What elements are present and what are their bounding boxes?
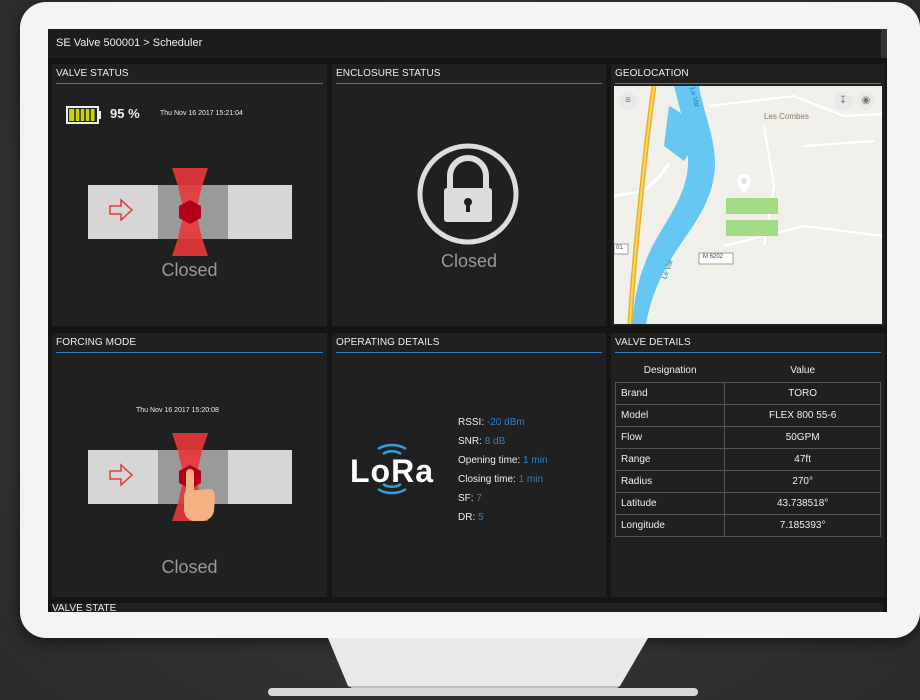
dr-value: 5 [478,512,484,523]
geolocation-panel: GEOLOCATION Les Combes Le Var Le Var M 6… [611,64,885,326]
road-label: M 6202 [703,254,724,260]
row-name: Flow [614,426,726,449]
arrow-right-icon [109,198,134,222]
dr-row: DR: 5 [458,508,548,527]
hamburger-menu-icon[interactable]: ≡ [619,92,637,110]
panel-title: OPERATING DETAILS [336,337,602,353]
arrow-right-icon [109,463,134,487]
map[interactable]: Les Combes Le Var Le Var M 6202 01 ≡ ↧ ◉ [614,86,882,324]
valve-details-panel: VALVE DETAILS Designation Value Brand TOR… [611,333,885,597]
closing-label: Closing time: [458,474,516,485]
row-value: TORO [724,382,881,405]
dr-label: DR: [458,512,476,523]
map-drawing [614,86,882,324]
road-label-2: 01 [616,245,623,251]
panel-title: FORCING MODE [56,337,323,353]
valve-state-panel-title: VALVE STATE [52,603,883,612]
enclosure-status-panel: ENCLOSURE STATUS Closed [332,64,606,326]
operating-values: RSSI: -20 dBm SNR: 8 dB Opening time: 1 … [458,413,548,527]
forcing-timestamp: Thu Nov 16 2017 15:20:08 [136,407,219,414]
closing-value: 1 min [518,474,544,485]
opening-value: 1 min [523,455,548,466]
download-icon[interactable]: ↧ [834,92,852,110]
rssi-value: -20 dBm [486,417,525,428]
padlock-icon [417,143,519,245]
top-bar: SE Valve 500001 > Scheduler [48,29,887,58]
panel-title: GEOLOCATION [615,68,881,84]
sf-label: SF: [458,493,474,504]
table-row: Latitude 43.738518° [614,492,881,515]
row-name: Longitude [614,514,726,537]
table-row: Brand TORO [614,382,881,405]
sf-row: SF: 7 [458,489,548,508]
table-row: Model FLEX 800 55-6 [614,404,881,427]
col-value: Value [724,359,881,383]
table-row: Longitude 7.185393° [614,514,881,537]
row-name: Range [614,448,726,471]
valve-status-panel: VALVE STATUS 95 % Thu Nov 16 2017 15:21:… [52,64,327,326]
app-screen: SE Valve 500001 > Scheduler VALVE STATUS… [48,29,887,612]
forcing-mode-panel: FORCING MODE Thu Nov 16 2017 15:20:08 Cl… [52,333,327,597]
closing-row: Closing time: 1 min [458,470,548,489]
panel-title: VALVE STATUS [56,68,323,84]
row-name: Radius [614,470,726,493]
panel-title: ENCLOSURE STATUS [336,68,602,84]
status-timestamp: Thu Nov 16 2017 15:21:04 [160,110,243,117]
eye-icon[interactable]: ◉ [857,92,875,110]
row-value: 50GPM [724,426,881,449]
enclosure-state: Closed [440,251,498,271]
snr-row: SNR: 8 dB [458,432,548,451]
valve-state: Closed [161,260,218,280]
row-value: 7.185393° [724,514,881,537]
row-value: 47ft [724,448,881,471]
hand-pointer-icon [184,469,215,521]
row-name: Model [614,404,726,427]
sf-value: 7 [476,493,482,504]
battery-icon [66,106,101,124]
row-name: Brand [614,382,726,405]
snr-label: SNR: [458,436,482,447]
table-header: Designation Value [615,359,881,383]
col-designation: Designation [615,359,725,383]
forcing-state: Closed [161,557,218,577]
opening-label: Opening time: [458,455,521,466]
rssi-row: RSSI: -20 dBm [458,413,548,432]
row-value: FLEX 800 55-6 [724,404,881,427]
place-label: Les Combes [764,112,809,121]
operating-details-panel: OPERATING DETAILS LoRa RSSI: -20 dBm SNR… [332,333,606,597]
table-row: Flow 50GPM [614,426,881,449]
panel-title: VALVE DETAILS [615,337,881,353]
monitor-stand [268,638,698,696]
breadcrumb[interactable]: SE Valve 500001 > Scheduler [56,37,202,49]
valve-details-table: Designation Value Brand TORO Model FLEX 80… [614,359,881,537]
table-row: Radius 270° [614,470,881,493]
opening-row: Opening time: 1 min [458,451,548,470]
row-value: 270° [724,470,881,493]
battery-percent: 95 % [110,106,140,121]
lora-text: LoRa [350,453,434,489]
row-value: 43.738518° [724,492,881,515]
rssi-label: RSSI: [458,417,485,428]
row-name: Latitude [614,492,726,515]
lora-logo: LoRa [350,439,440,504]
valve-icon [172,168,208,256]
scrollbar[interactable] [881,29,887,58]
table-row: Range 47ft [614,448,881,471]
snr-value: 8 dB [484,436,506,447]
